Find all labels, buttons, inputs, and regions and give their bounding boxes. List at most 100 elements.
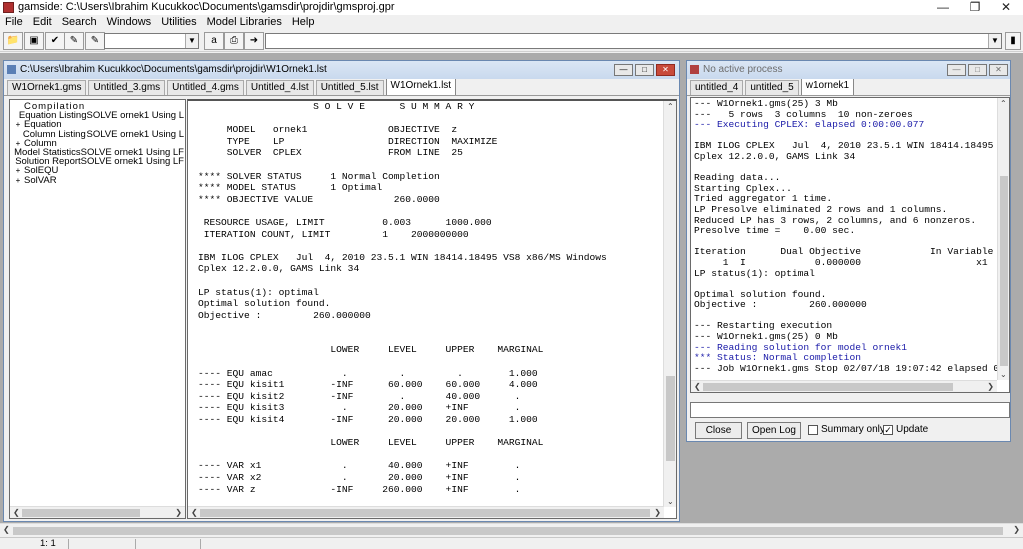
menu-windows[interactable]: Windows — [102, 15, 157, 29]
save-icon[interactable]: ▣ — [24, 32, 44, 50]
listing-line: **** SOLVER STATUS 1 Normal Completion — [198, 170, 440, 182]
app-icon — [3, 2, 14, 13]
scroll-left-icon[interactable]: ❮ — [694, 382, 701, 391]
tree-item-detail: SOLVE ornek1 Using L — [86, 110, 184, 122]
menu-help[interactable]: Help — [287, 15, 320, 29]
scroll-left-icon[interactable]: ❮ — [13, 508, 20, 517]
summary-only-checkbox[interactable]: Summary only — [808, 424, 885, 436]
tab-untitled-4-gms[interactable]: Untitled_4.gms — [167, 80, 244, 95]
process-window-title-bar: No active process — □ ✕ — [687, 61, 1010, 79]
scroll-right-icon[interactable]: ❯ — [654, 508, 661, 517]
listing-horizontal-scrollbar[interactable]: ❮ ❯ — [188, 506, 664, 518]
listing-window-title-bar: C:\Users\Ibrahim Kucukkoc\Documents\gams… — [4, 61, 679, 79]
options-icon[interactable]: ✎ — [85, 32, 105, 50]
scroll-right-icon[interactable]: ❯ — [175, 508, 182, 517]
close-button[interactable]: Close — [695, 422, 742, 439]
close-icon[interactable]: ✕ — [656, 64, 675, 76]
update-box[interactable]: ✓ — [883, 425, 893, 435]
tree-item[interactable]: + SolVAR — [12, 174, 184, 186]
toolbar-combo-2[interactable]: ▼ — [265, 33, 1002, 49]
toolbar-combo-1[interactable]: ▼ — [104, 33, 199, 49]
scroll-thumb[interactable] — [703, 383, 953, 391]
compile-icon[interactable]: ✎ — [64, 32, 84, 50]
chevron-down-icon[interactable]: ▼ — [988, 34, 1001, 48]
menu-edit[interactable]: Edit — [28, 15, 57, 29]
scroll-right-icon[interactable]: ❯ — [1013, 525, 1020, 534]
listing-line — [198, 240, 658, 252]
scroll-up-icon[interactable]: ⌃ — [667, 102, 674, 111]
summary-only-box[interactable] — [808, 425, 818, 435]
minimize-icon[interactable]: — — [929, 0, 957, 15]
process-log-line: LP status(1): optimal — [694, 267, 815, 279]
listing-line: ---- EQU amac . . . 1.000 — [198, 367, 538, 379]
scroll-thumb[interactable] — [200, 509, 650, 517]
print-icon[interactable]: ⎙ — [224, 32, 244, 50]
listing-text-pane: S O L V E S U M M A R Y MODEL ornek1 OBJ… — [187, 99, 677, 519]
tab-untitled-5[interactable]: untitled_5 — [745, 80, 799, 95]
navigate-icon[interactable]: ➜ — [244, 32, 264, 50]
toolbar-extra-icon[interactable]: ▮ — [1005, 32, 1021, 50]
tab-w1ornek1-lst[interactable]: W1Ornek1.lst — [385, 78, 457, 95]
tab-w1ornek1[interactable]: w1ornek1 — [800, 78, 855, 95]
menu-model-libraries[interactable]: Model Libraries — [202, 15, 287, 29]
scroll-right-icon[interactable]: ❯ — [987, 382, 994, 391]
process-log-line: Presolve time = 0.00 sec. — [694, 225, 856, 237]
summary-only-label: Summary only — [821, 424, 885, 435]
menu-utilities[interactable]: Utilities — [156, 15, 201, 29]
close-icon[interactable]: ✕ — [992, 0, 1020, 15]
open-log-button[interactable]: Open Log — [747, 422, 801, 439]
chevron-down-icon[interactable]: ▼ — [185, 34, 198, 48]
run-icon[interactable]: ✔ — [45, 32, 65, 50]
process-log-text: --- W1Ornek1.gms(25) 3 Mb --- 5 rows 3 co… — [694, 99, 998, 381]
case-toggle-button[interactable]: a — [204, 32, 224, 50]
main-horizontal-scrollbar[interactable]: ❮ ❯ — [0, 523, 1023, 536]
restore-icon[interactable]: ❐ — [961, 0, 989, 15]
process-input-field[interactable] — [690, 402, 1010, 418]
menu-search[interactable]: Search — [57, 15, 102, 29]
process-log-line: Cplex 12.2.0.0, GAMS Link 34 — [694, 150, 856, 162]
process-log-line: --- Job W1Ornek1.gms Stop 02/07/18 19:07… — [694, 362, 998, 374]
listing-line: Cplex 12.2.0.0, GAMS Link 34 — [198, 263, 360, 275]
process-log-line: --- W1Ornek1.gms(25) 3 Mb — [694, 99, 838, 109]
app-title: gamside: C:\Users\Ibrahim Kucukkoc\Docum… — [18, 1, 395, 13]
listing-line — [198, 205, 658, 217]
scroll-thumb[interactable] — [666, 376, 675, 461]
status-divider — [68, 539, 69, 549]
tab-untitled-3-gms[interactable]: Untitled_3.gms — [88, 80, 166, 95]
scroll-down-icon[interactable]: ⌄ — [667, 497, 674, 506]
scroll-thumb[interactable] — [22, 509, 140, 517]
process-log-line: LP Presolve eliminated 2 rows and 1 colu… — [694, 203, 948, 215]
tab-untitled-5-lst[interactable]: Untitled_5.lst — [315, 80, 384, 95]
menu-file[interactable]: File — [0, 15, 28, 29]
status-bar: 1: 1 — [0, 537, 1023, 549]
minimize-icon[interactable]: — — [947, 64, 966, 76]
expand-icon[interactable]: + — [12, 176, 24, 185]
tab-w1ornek1-gms[interactable]: W1Ornek1.gms — [7, 80, 87, 95]
listing-line: SOLVER CPLEX FROM LINE 25 — [198, 147, 463, 159]
listing-line: IBM ILOG CPLEX Jul 4, 2010 23.5.1 WIN 18… — [198, 251, 607, 263]
scroll-down-icon[interactable]: ⌄ — [1000, 370, 1007, 379]
scroll-left-icon[interactable]: ❮ — [191, 508, 198, 517]
restore-icon[interactable]: □ — [635, 64, 654, 76]
scroll-thumb[interactable] — [1000, 176, 1008, 366]
scroll-thumb[interactable] — [13, 527, 1003, 535]
listing-vertical-scrollbar[interactable]: ⌃ ⌄ — [663, 101, 676, 507]
expand-icon[interactable]: + — [12, 166, 24, 175]
minimize-icon[interactable]: — — [614, 64, 633, 76]
maximize-icon[interactable]: □ — [968, 64, 987, 76]
listing-text: S O L V E S U M M A R Y MODEL ornek1 OBJ… — [198, 101, 658, 505]
tab-untitled-4[interactable]: untitled_4 — [690, 80, 744, 95]
close-icon[interactable]: ✕ — [989, 64, 1008, 76]
scroll-left-icon[interactable]: ❮ — [3, 525, 10, 534]
listing-line: LOWER LEVEL UPPER MARGINAL — [198, 437, 544, 449]
update-checkbox[interactable]: ✓ Update — [883, 424, 928, 436]
tab-untitled-4-lst[interactable]: Untitled_4.lst — [245, 80, 314, 95]
process-vertical-scrollbar[interactable]: ⌃ ⌄ — [997, 98, 1009, 380]
open-folder-icon[interactable]: 📁 — [3, 32, 23, 50]
tree-item-label: SolVAR — [24, 174, 57, 186]
tree-horizontal-scrollbar[interactable]: ❮ ❯ — [10, 506, 185, 518]
scroll-up-icon[interactable]: ⌃ — [1000, 99, 1007, 108]
process-horizontal-scrollbar[interactable]: ❮ ❯ — [691, 380, 997, 392]
toolbar: 📁 ▣ ✔ ✎ ✎ ▼ a ⎙ ➜ ▼ ▮ — [0, 30, 1023, 52]
